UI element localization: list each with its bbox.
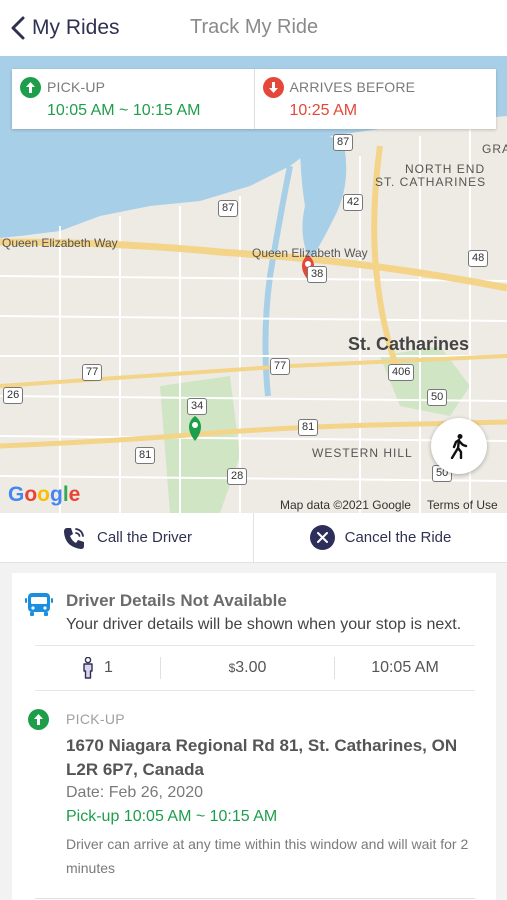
back-label: My Rides — [32, 16, 120, 39]
fare-currency: $ — [228, 661, 236, 675]
pickup-time: 10:05 AM — [371, 659, 439, 676]
shield-81: 81 — [135, 447, 156, 464]
arrow-down-icon — [262, 77, 284, 98]
fare-value: 3.00 — [235, 659, 267, 676]
map-label-north-end: NORTH END — [405, 162, 486, 176]
person-icon — [83, 657, 93, 679]
shield-81b: 81 — [298, 419, 319, 436]
bus-icon — [25, 593, 53, 616]
map-label-qew-west: Queen Elizabeth Way — [2, 236, 118, 250]
map-label-gra: GRA — [482, 142, 507, 156]
call-driver-label: Call the Driver — [96, 529, 193, 546]
map-label-north-end-2: ST. CATHARINES — [375, 175, 487, 189]
driver-details-subtitle: Your driver details will be shown when y… — [66, 616, 462, 633]
phone-icon — [63, 527, 84, 549]
arrives-before-value: 10:25 AM — [289, 102, 358, 119]
ride-details-card: Driver Details Not Available Your driver… — [12, 573, 496, 900]
shield-48: 48 — [468, 250, 489, 267]
arrives-before-label: ARRIVES BEFORE — [289, 79, 416, 95]
arrives-before-section: ARRIVES BEFORE 10:25 AM — [253, 69, 497, 129]
ride-time-card: PICK-UP 10:05 AM ~ 10:15 AM ARRIVES BEFO… — [12, 69, 496, 129]
page-title: Track My Ride — [190, 16, 319, 38]
google-logo: Google — [8, 483, 81, 506]
cancel-ride-label: Cancel the Ride — [344, 529, 452, 546]
pickup-window-section: PICK-UP 10:05 AM ~ 10:15 AM — [12, 69, 254, 129]
ride-actions-bar: Call the Driver Cancel the Ride — [0, 513, 507, 563]
chevron-left-icon — [11, 16, 25, 40]
reservoir — [300, 133, 347, 261]
shield-77: 77 — [82, 364, 103, 381]
arrow-up-icon — [20, 77, 41, 98]
close-icon — [309, 525, 335, 550]
map-label-qew-east: Queen Elizabeth Way — [252, 246, 368, 260]
shield-26: 26 — [3, 387, 24, 404]
shield-50: 50 — [427, 389, 448, 406]
shield-28: 28 — [227, 468, 248, 485]
fare: $3.00 — [160, 657, 335, 679]
shield-87b: 87 — [218, 200, 239, 217]
driver-details-title: Driver Details Not Available — [66, 591, 287, 610]
pickup-window: Pick-up 10:05 AM ~ 10:15 AM — [66, 808, 278, 825]
header: My Rides Track My Ride — [0, 0, 507, 56]
back-button[interactable]: My Rides — [10, 12, 120, 44]
cancel-ride-button[interactable]: Cancel the Ride — [253, 513, 507, 562]
map-view[interactable]: Queen Elizabeth Way Queen Elizabeth Way … — [0, 56, 507, 513]
shield-87: 87 — [333, 134, 354, 151]
walking-person-icon — [450, 434, 468, 459]
divider — [35, 898, 475, 899]
shield-406: 406 — [388, 364, 415, 381]
map-terms-link[interactable]: Terms of Use — [427, 498, 498, 512]
pickup-note: Driver can arrive at any time within thi… — [66, 836, 469, 876]
arrow-up-icon — [28, 709, 49, 730]
shield-42: 42 — [343, 194, 364, 211]
passenger-count: 1 — [35, 657, 160, 679]
shield-38: 38 — [307, 266, 328, 283]
pickup-date: Date: Feb 26, 2020 — [66, 784, 203, 801]
pickup-label: PICK-UP — [47, 79, 106, 95]
walking-mode-button[interactable] — [431, 418, 487, 474]
call-driver-button[interactable]: Call the Driver — [0, 513, 253, 562]
passenger-count-value: 1 — [104, 659, 113, 676]
shield-34: 34 — [187, 398, 208, 415]
map-attribution: Map data ©2021 Google — [280, 498, 411, 512]
pickup-window-value: 10:05 AM ~ 10:15 AM — [47, 102, 201, 119]
map-label-western-hill: WESTERN HILL — [312, 446, 413, 460]
shield-77b: 77 — [270, 358, 291, 375]
map-label-st-catharines: St. Catharines — [348, 334, 470, 354]
ride-stats-row: 1 $3.00 10:05 AM — [35, 645, 475, 691]
park-area — [160, 376, 240, 513]
pickup-address: 1670 Niagara Regional Rd 81, St. Cathari… — [66, 736, 458, 779]
pickup-section-label: PICK-UP — [66, 711, 125, 727]
